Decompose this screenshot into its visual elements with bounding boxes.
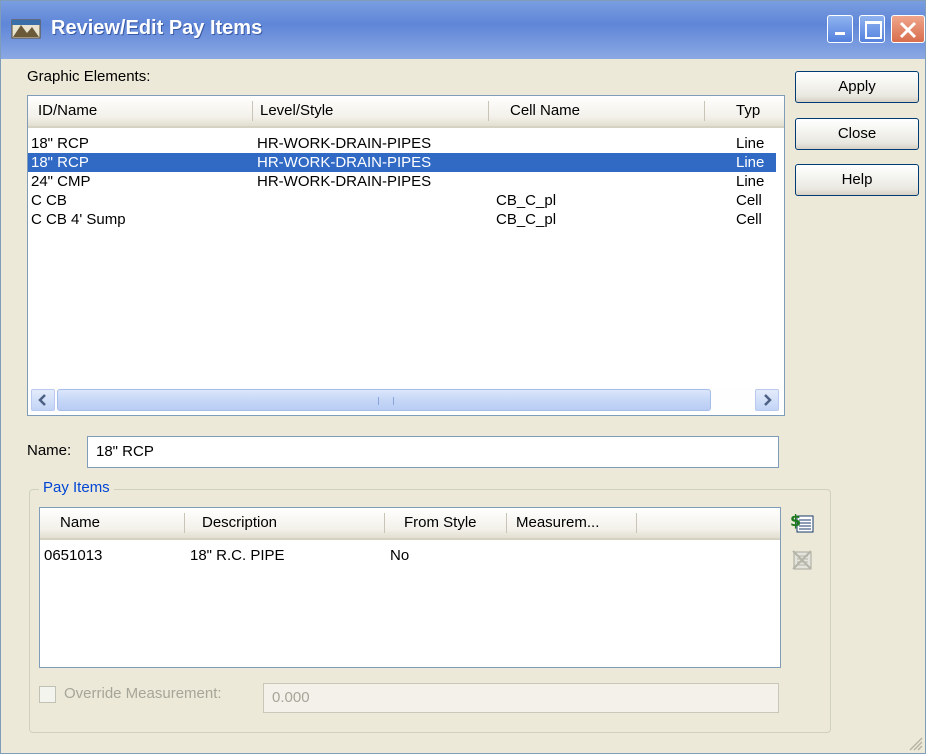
- row-id-name: C CB: [31, 192, 67, 209]
- scroll-left-button[interactable]: [31, 389, 55, 411]
- name-field[interactable]: 18" RCP: [87, 436, 779, 468]
- override-measurement-label: Override Measurement:: [64, 685, 222, 702]
- window-title: Review/Edit Pay Items: [51, 17, 263, 39]
- column-header-from-style[interactable]: From Style: [404, 508, 477, 538]
- row-cell-name: CB_C_pl: [496, 211, 557, 228]
- pay-item-name: 0651013: [44, 547, 103, 564]
- column-separator[interactable]: [184, 513, 185, 533]
- column-header-description[interactable]: Description: [202, 508, 277, 538]
- close-button[interactable]: Close: [795, 118, 919, 150]
- resize-grip-icon[interactable]: [907, 735, 923, 751]
- row-id-name: 18" RCP: [31, 135, 89, 152]
- scroll-thumb[interactable]: [57, 389, 711, 411]
- graphic-elements-label: Graphic Elements:: [27, 68, 151, 85]
- horizontal-scrollbar[interactable]: [29, 387, 783, 413]
- column-separator[interactable]: [488, 101, 489, 121]
- graphic-elements-list[interactable]: ID/Name Level/Style Cell Name Typ 18" RC…: [27, 95, 785, 416]
- column-header-name[interactable]: Name: [60, 508, 100, 538]
- column-separator[interactable]: [506, 513, 507, 533]
- column-header-id-name[interactable]: ID/Name: [38, 96, 97, 126]
- override-measurement-field[interactable]: 0.000: [263, 683, 779, 713]
- row-type: Cell: [736, 211, 762, 228]
- apply-button[interactable]: Apply: [795, 71, 919, 103]
- pay-item-row[interactable]: 0651013 18" R.C. PIPE No: [40, 546, 780, 565]
- row-level-style: HR-WORK-DRAIN-PIPES: [257, 154, 432, 171]
- row-level-style: HR-WORK-DRAIN-PIPES: [257, 173, 432, 190]
- maximize-button[interactable]: [859, 15, 885, 43]
- row-id-name: 24" CMP: [31, 173, 91, 190]
- table-row-selected[interactable]: 18" RCP HR-WORK-DRAIN-PIPES Line: [28, 153, 776, 172]
- help-button[interactable]: Help: [795, 164, 919, 196]
- list-header: ID/Name Level/Style Cell Name Typ: [28, 96, 784, 128]
- row-cell-name: CB_C_pl: [496, 192, 557, 209]
- scroll-right-button[interactable]: [755, 389, 779, 411]
- row-type: Line: [736, 173, 765, 190]
- column-separator[interactable]: [636, 513, 637, 533]
- svg-text:$: $: [790, 511, 801, 530]
- row-type: Line: [736, 154, 765, 171]
- maximize-icon: [865, 21, 882, 39]
- column-separator[interactable]: [704, 101, 705, 121]
- override-measurement-checkbox[interactable]: [39, 686, 56, 703]
- table-row[interactable]: C CB CB_C_pl Cell: [28, 191, 776, 210]
- table-row[interactable]: 18" RCP HR-WORK-DRAIN-PIPES Line: [28, 134, 776, 153]
- pay-item-description: 18" R.C. PIPE: [190, 547, 285, 564]
- add-pay-item-icon[interactable]: $: [789, 509, 815, 535]
- table-row[interactable]: C CB 4' Sump CB_C_pl Cell: [28, 210, 776, 229]
- column-header-level-style[interactable]: Level/Style: [260, 96, 333, 126]
- minimize-icon: [835, 32, 845, 35]
- pay-items-header: Name Description From Style Measurem...: [40, 508, 780, 540]
- chevron-right-icon: [764, 394, 772, 406]
- minimize-button[interactable]: [827, 15, 853, 43]
- row-id-name: C CB 4' Sump: [31, 211, 126, 228]
- column-header-cell-name[interactable]: Cell Name: [510, 96, 580, 126]
- pay-items-list[interactable]: Name Description From Style Measurem... …: [39, 507, 781, 668]
- pay-item-from-style: No: [390, 547, 410, 564]
- row-type: Line: [736, 135, 765, 152]
- pay-items-group-label: Pay Items: [39, 479, 114, 496]
- title-bar[interactable]: Review/Edit Pay Items: [1, 1, 925, 59]
- row-level-style: HR-WORK-DRAIN-PIPES: [257, 135, 432, 152]
- remove-pay-item-icon[interactable]: [789, 547, 815, 573]
- column-separator[interactable]: [384, 513, 385, 533]
- row-id-name: 18" RCP: [31, 154, 89, 171]
- chevron-left-icon: [38, 394, 46, 406]
- scroll-grip-icon: [378, 397, 394, 405]
- column-separator[interactable]: [252, 101, 253, 121]
- close-window-button[interactable]: [891, 15, 925, 43]
- column-header-measurement[interactable]: Measurem...: [516, 508, 599, 538]
- app-icon: [11, 19, 41, 39]
- close-icon: [899, 21, 917, 39]
- table-row[interactable]: 24" CMP HR-WORK-DRAIN-PIPES Line: [28, 172, 776, 191]
- column-header-type[interactable]: Typ: [736, 96, 760, 126]
- review-edit-pay-items-dialog: Review/Edit Pay Items Graphic Elements: …: [0, 0, 926, 754]
- name-label: Name:: [27, 442, 72, 459]
- row-type: Cell: [736, 192, 762, 209]
